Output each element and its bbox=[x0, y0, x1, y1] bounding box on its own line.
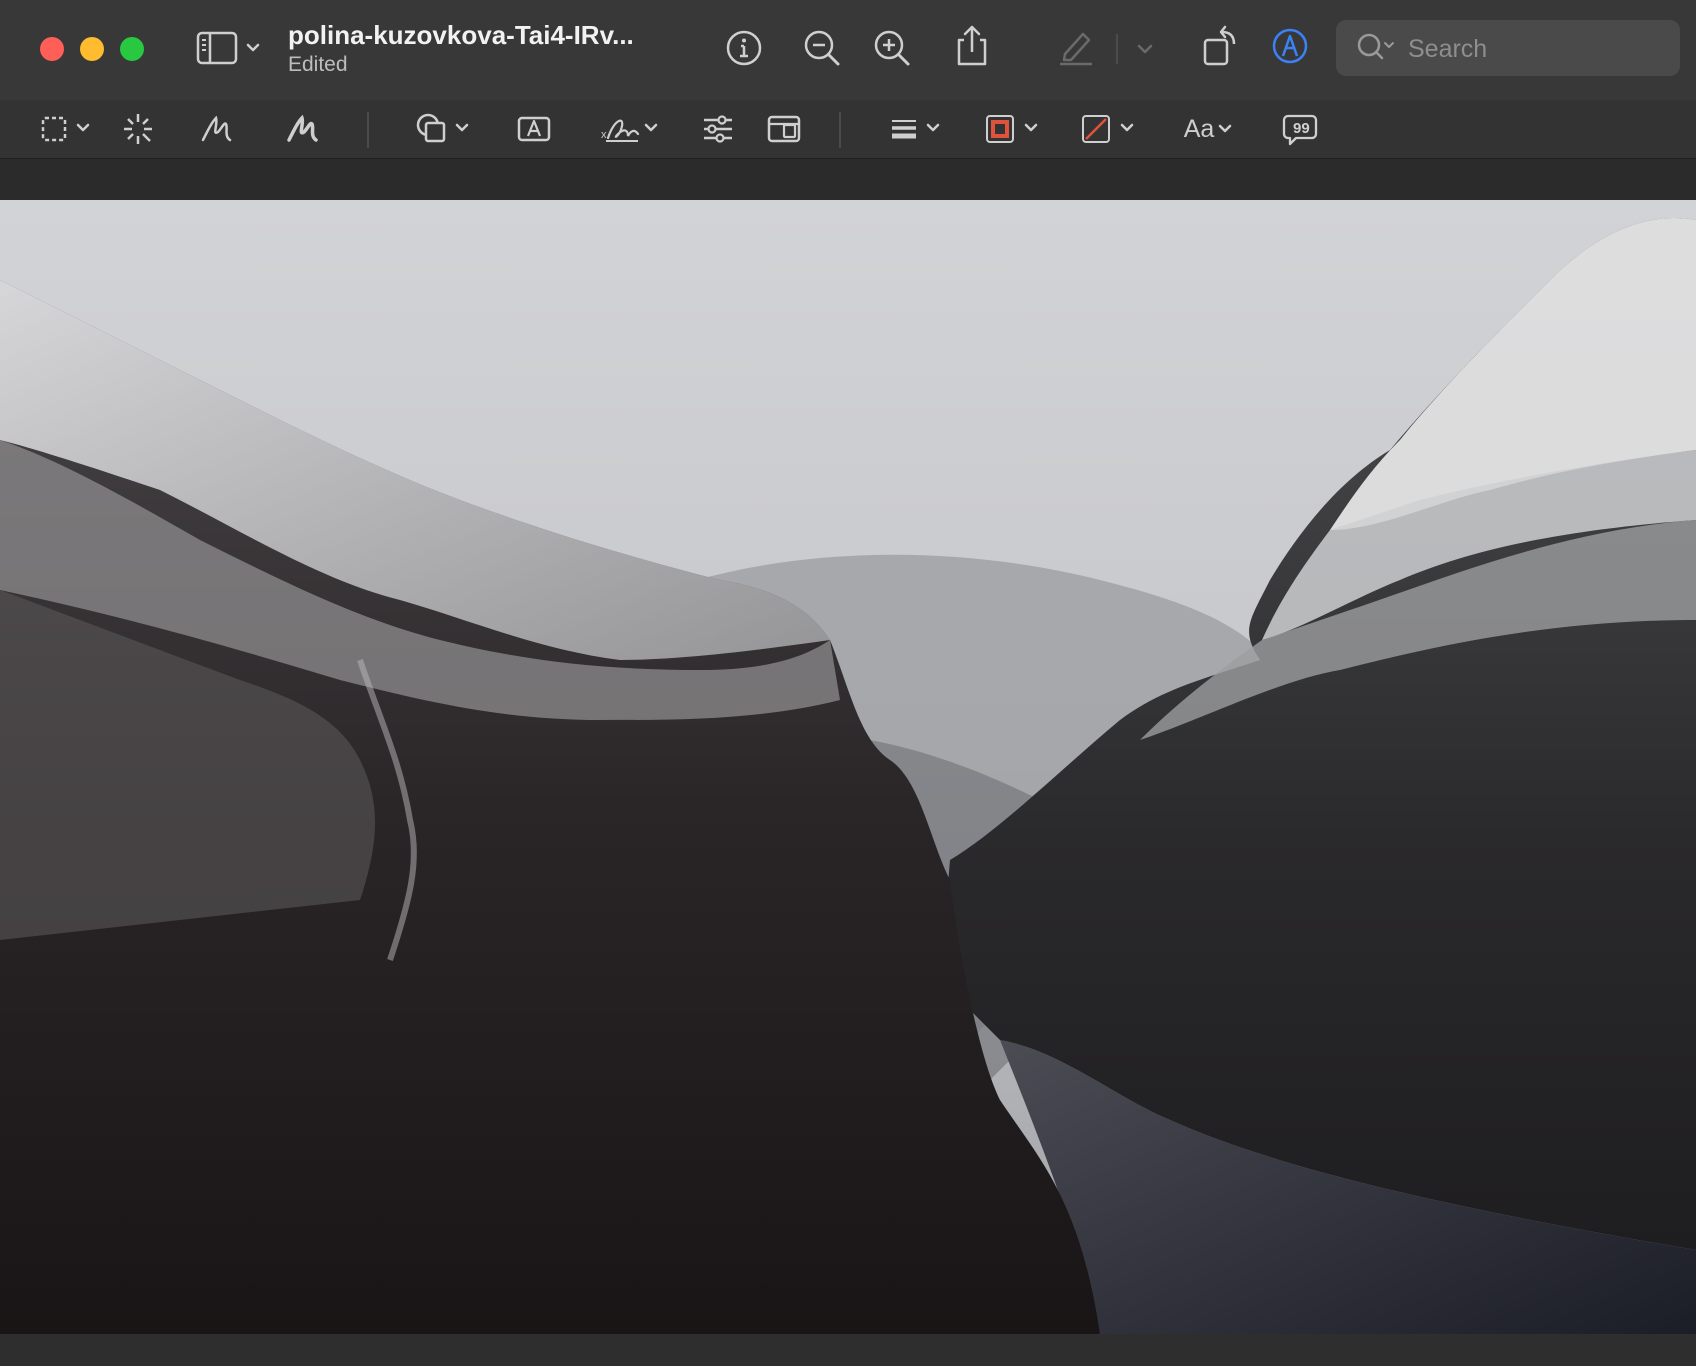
toolbar-spacer bbox=[0, 158, 1696, 201]
instant-alpha-button[interactable] bbox=[120, 110, 156, 148]
search-field[interactable] bbox=[1336, 20, 1680, 76]
sliders-icon bbox=[700, 110, 736, 148]
preview-window: polina-kuzovkova-Tai4-IRv... Edited Sear… bbox=[0, 0, 1696, 1366]
markup-toggle-button[interactable] bbox=[1270, 26, 1310, 66]
document-title: polina-kuzovkova-Tai4-IRv... bbox=[288, 20, 634, 50]
zoom-out-icon bbox=[802, 28, 842, 68]
adjust-color-button[interactable] bbox=[700, 110, 736, 148]
border-color-icon bbox=[984, 110, 1042, 148]
magic-wand-icon bbox=[120, 110, 156, 148]
sketch-icon bbox=[198, 110, 236, 148]
maximize-button[interactable] bbox=[120, 37, 144, 61]
markup-icon bbox=[1270, 26, 1310, 66]
rectangular-selection-icon bbox=[40, 110, 94, 148]
sidebar-toggle-button[interactable] bbox=[194, 28, 266, 68]
toolbar-divider bbox=[839, 112, 841, 148]
border-color-button[interactable] bbox=[984, 110, 1042, 148]
chevron-down-icon bbox=[1214, 110, 1236, 148]
highlight-menu-button[interactable] bbox=[1134, 34, 1156, 64]
rotate-button[interactable] bbox=[1200, 24, 1240, 68]
minimize-button[interactable] bbox=[80, 37, 104, 61]
shapes-button[interactable] bbox=[414, 110, 474, 148]
sign-button[interactable]: x bbox=[600, 110, 664, 148]
info-button[interactable] bbox=[724, 28, 764, 68]
adjust-size-button[interactable] bbox=[766, 110, 802, 148]
document-status: Edited bbox=[288, 53, 348, 76]
selection-tool-button[interactable] bbox=[40, 110, 94, 148]
rotate-icon bbox=[1200, 24, 1240, 68]
text-tool-button[interactable] bbox=[516, 110, 552, 148]
zoom-in-icon bbox=[872, 28, 912, 68]
fill-color-button[interactable] bbox=[1080, 110, 1138, 148]
line-weight-icon bbox=[888, 110, 944, 148]
speech-bubble-icon: 99 bbox=[1282, 110, 1318, 148]
toolbar-divider bbox=[367, 112, 369, 148]
search-icon bbox=[1356, 32, 1398, 69]
title-bar: polina-kuzovkova-Tai4-IRv... Edited bbox=[0, 0, 1696, 100]
zoom-in-button[interactable] bbox=[872, 28, 912, 68]
highlight-button[interactable] bbox=[1056, 26, 1096, 66]
image-canvas[interactable] bbox=[0, 200, 1696, 1334]
highlight-icon bbox=[1056, 26, 1096, 66]
close-button[interactable] bbox=[40, 37, 64, 61]
bottom-bar bbox=[0, 1334, 1696, 1366]
svg-text:99: 99 bbox=[1293, 120, 1310, 137]
svg-text:x: x bbox=[601, 129, 607, 141]
shapes-icon bbox=[414, 110, 474, 148]
text-box-icon bbox=[516, 110, 552, 148]
info-icon bbox=[724, 28, 764, 68]
share-icon bbox=[952, 24, 992, 68]
sketch-tool-button[interactable] bbox=[198, 110, 236, 148]
text-style-button[interactable]: Aa bbox=[1180, 110, 1240, 148]
search-input[interactable] bbox=[1406, 30, 1670, 68]
chevron-down-icon bbox=[1134, 34, 1156, 64]
fill-color-icon bbox=[1080, 110, 1138, 148]
toolbar-divider bbox=[1116, 34, 1118, 64]
markup-toolbar: x Aa 99 bbox=[0, 100, 1696, 158]
shape-style-button[interactable] bbox=[888, 110, 944, 148]
annotate-note-button[interactable]: 99 bbox=[1282, 110, 1318, 148]
text-style-label: Aa bbox=[1183, 114, 1215, 143]
draw-tool-button[interactable] bbox=[284, 110, 322, 148]
fjord-photo bbox=[0, 200, 1696, 1334]
zoom-out-button[interactable] bbox=[802, 28, 842, 68]
signature-icon: x bbox=[600, 110, 664, 148]
share-button[interactable] bbox=[952, 24, 992, 68]
sidebar-icon bbox=[194, 28, 266, 68]
resize-icon bbox=[766, 110, 802, 148]
draw-icon bbox=[284, 110, 322, 148]
